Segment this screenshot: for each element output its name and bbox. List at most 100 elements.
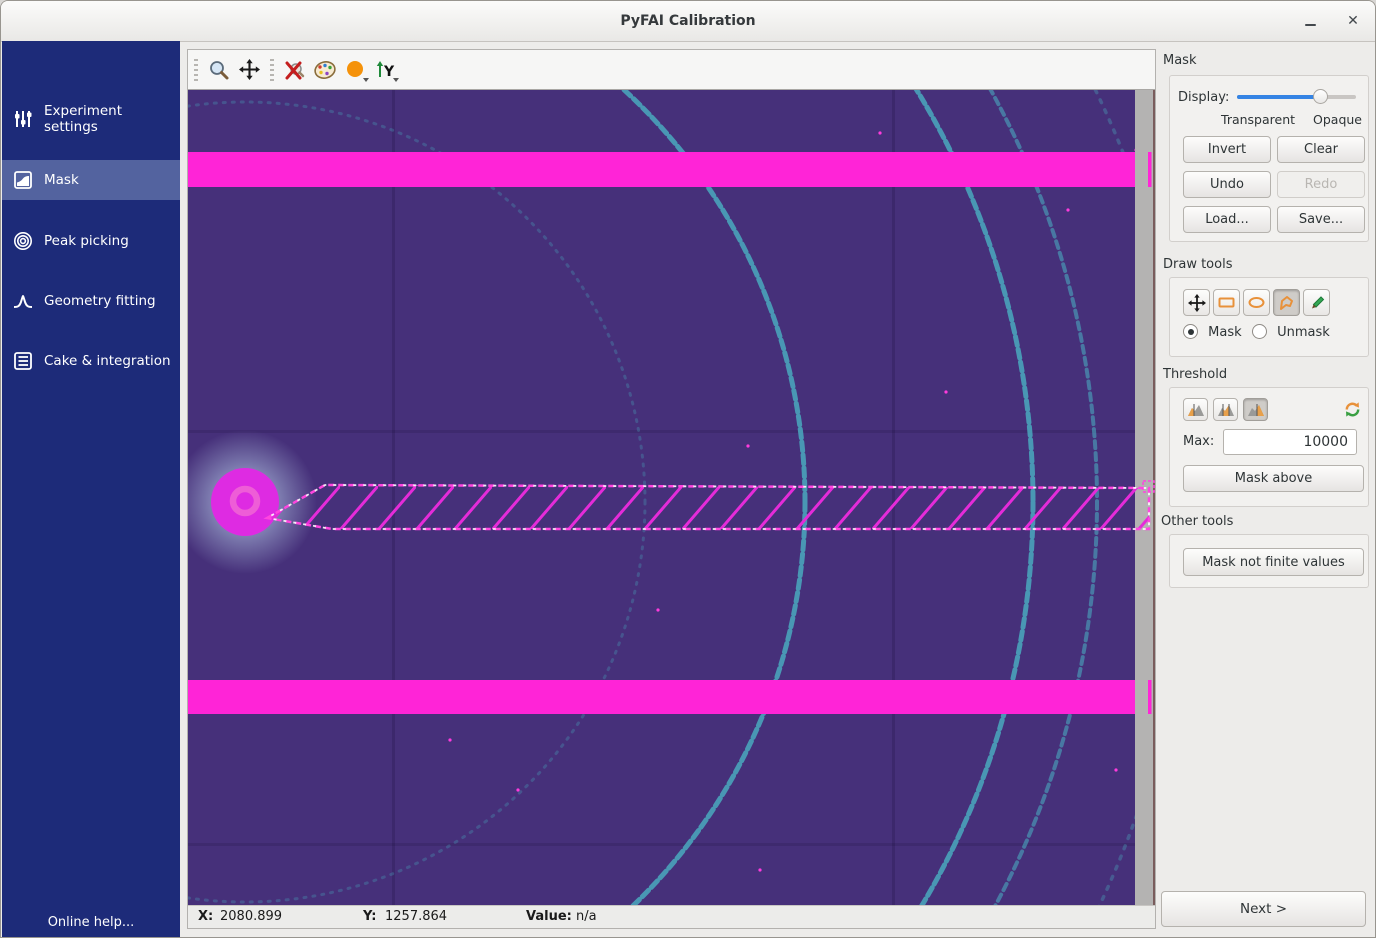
pencil-draw-tool-button[interactable] [1303, 289, 1330, 316]
mask-above-button[interactable]: Mask above [1183, 465, 1364, 492]
max-label: Max: [1183, 434, 1214, 449]
status-x-label: X: [198, 909, 213, 924]
mask-between-threshold-button[interactable] [1213, 398, 1238, 421]
zoom-reset-button[interactable] [281, 55, 309, 85]
mask-below-threshold-icon [1187, 403, 1205, 417]
plot-toolbar: Y [188, 50, 1155, 89]
next-button[interactable]: Next > [1161, 891, 1366, 927]
cake-integration-icon [12, 350, 34, 372]
y-axis-direction-button[interactable]: Y [371, 55, 399, 85]
close-button[interactable]: ✕ [1341, 9, 1365, 33]
pan-draw-tool-button[interactable] [1183, 289, 1210, 316]
save-button[interactable]: Save... [1277, 206, 1365, 233]
chevron-down-icon [363, 78, 369, 82]
max-threshold-input[interactable] [1223, 429, 1357, 455]
rectangle-tool-icon [1217, 294, 1236, 311]
chevron-down-icon [393, 78, 399, 82]
zoom-icon [208, 59, 230, 81]
polygon-tool-icon [1277, 294, 1296, 312]
clear-button[interactable]: Clear [1277, 136, 1365, 163]
geometry-fitting-icon [12, 290, 34, 312]
status-x-value: 2080.899 [220, 909, 282, 924]
sidebar-item-geometry-fitting[interactable]: Geometry fitting [2, 281, 180, 321]
status-value-value: n/a [576, 909, 597, 924]
mask-groupbox: Display: Transparent Opaque Invert Clear… [1169, 75, 1369, 242]
zoom-reset-icon [284, 59, 306, 81]
draw-tools-groupbox: Mask Unmask [1169, 277, 1369, 357]
toolbar-grip[interactable] [270, 59, 274, 81]
transparent-label: Transparent [1221, 112, 1295, 127]
mask-side-panel: Mask Display: Transparent Opaque Invert … [1159, 41, 1376, 938]
status-y-label: Y: [363, 909, 376, 924]
mask-display-slider-fill [1237, 95, 1320, 99]
sidebar-item-label: Geometry fitting [44, 293, 156, 309]
sidebar-item-label: Cake & integration [44, 353, 171, 369]
load-button[interactable]: Load... [1183, 206, 1271, 233]
sidebar-item-mask[interactable]: Mask [2, 160, 180, 200]
mask-radio-label: Mask [1208, 325, 1241, 340]
sliders-icon [12, 108, 34, 130]
diffraction-image[interactable] [188, 90, 1155, 906]
mask-display-slider-handle[interactable] [1313, 89, 1328, 104]
plot-statusbar: X: 2080.899 Y: 1257.864 Value: n/a [188, 905, 1155, 928]
redo-button[interactable]: Redo [1277, 171, 1365, 198]
minimize-button[interactable] [1299, 9, 1323, 33]
mask-between-threshold-icon [1217, 403, 1235, 417]
other-tools-groupbox: Mask not finite values [1169, 534, 1369, 588]
mask-display-slider[interactable] [1237, 89, 1356, 104]
colormap-button[interactable] [341, 55, 369, 85]
draw-tools-section-title: Draw tools [1163, 257, 1232, 272]
radio-icon[interactable] [1252, 324, 1267, 339]
pencil-tool-icon [1308, 294, 1326, 312]
titlebar: PyFAI Calibration ✕ [1, 1, 1375, 42]
status-value-label: Value: [526, 909, 572, 924]
mask-below-threshold-button[interactable] [1183, 398, 1208, 421]
pan-tool-button[interactable] [235, 55, 263, 85]
status-y-value: 1257.864 [385, 909, 447, 924]
sidebar-item-label: Mask [44, 172, 79, 188]
mask-section-title: Mask [1163, 53, 1196, 68]
other-tools-section-title: Other tools [1161, 514, 1233, 529]
diffraction-image-canvas[interactable] [188, 89, 1155, 906]
refresh-icon [1343, 400, 1362, 419]
app-window: PyFAI Calibration ✕ Experiment settings … [0, 0, 1376, 938]
minimize-icon [1305, 24, 1316, 27]
sidebar-item-label: Peak picking [44, 233, 129, 249]
sidebar-item-cake-integration[interactable]: Cake & integration [2, 341, 180, 381]
colormap-palette-button[interactable] [311, 55, 339, 85]
mask-icon [12, 169, 34, 191]
mask-not-finite-button[interactable]: Mask not finite values [1183, 548, 1364, 576]
unmask-radio-label: Unmask [1277, 325, 1330, 340]
pan-icon [239, 59, 260, 80]
opaque-label: Opaque [1313, 112, 1362, 127]
threshold-refresh-button[interactable] [1340, 398, 1365, 421]
threshold-section-title: Threshold [1163, 367, 1227, 382]
ellipse-draw-tool-button[interactable] [1243, 289, 1270, 316]
sidebar-item-experiment-settings[interactable]: Experiment settings [2, 99, 180, 139]
plot-panel: Y X: 2080.899 Y: 1257.864 Value: n/a [187, 49, 1156, 929]
display-label: Display: [1178, 90, 1229, 105]
mask-radio[interactable]: Mask [1183, 324, 1242, 340]
sidebar-item-peak-picking[interactable]: Peak picking [2, 221, 180, 261]
slider-scale-labels: Transparent Opaque [1170, 112, 1362, 127]
zoom-tool-button[interactable] [205, 55, 233, 85]
toolbar-grip[interactable] [194, 59, 198, 81]
mask-above-threshold-icon [1247, 403, 1265, 417]
sidebar: Experiment settings Mask Peak picking Ge… [2, 41, 180, 938]
window-title: PyFAI Calibration [1, 1, 1375, 41]
rectangle-draw-tool-button[interactable] [1213, 289, 1240, 316]
mask-above-threshold-button[interactable] [1243, 398, 1268, 421]
sidebar-item-label: Experiment settings [44, 103, 180, 135]
unmask-radio[interactable]: Unmask [1252, 324, 1330, 340]
invert-button[interactable]: Invert [1183, 136, 1271, 163]
undo-button[interactable]: Undo [1183, 171, 1271, 198]
peak-picking-icon [12, 230, 34, 252]
polygon-draw-tool-button[interactable] [1273, 289, 1300, 316]
radio-icon[interactable] [1183, 324, 1198, 339]
threshold-groupbox: Max: Mask above [1169, 387, 1369, 507]
online-help-link[interactable]: Online help... [2, 915, 180, 930]
pan-tool-icon [1188, 294, 1206, 312]
ellipse-tool-icon [1247, 294, 1266, 311]
colormap-icon [345, 60, 365, 80]
palette-icon [313, 59, 337, 81]
